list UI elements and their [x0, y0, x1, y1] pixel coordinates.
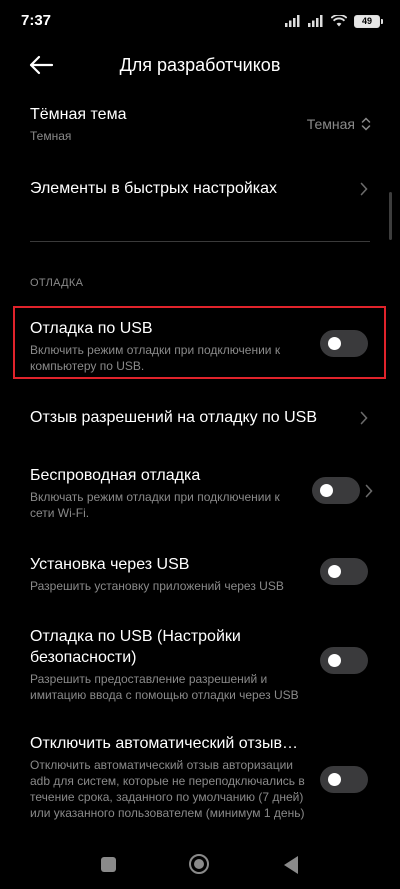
chevron-right-icon — [360, 411, 368, 425]
row-subtitle: Отключить автоматический отзыв авторизац… — [30, 758, 305, 820]
usb-debugging-toggle[interactable] — [320, 330, 368, 357]
chevron-updown-icon — [361, 117, 371, 131]
disable-adb-timeout-row[interactable]: Отключить автоматический отзыв… Отключит… — [30, 733, 375, 821]
battery-icon: 49 — [354, 14, 383, 28]
dark-theme-row[interactable]: Тёмная тема Темная Темная — [30, 104, 375, 144]
scrollbar[interactable] — [389, 192, 392, 240]
toggle-knob — [328, 337, 341, 350]
revoke-usb-authorizations-row[interactable]: Отзыв разрешений на отладку по USB — [30, 407, 375, 428]
signal-icon — [285, 15, 300, 27]
toggle-knob — [328, 565, 341, 578]
wireless-debugging-toggle[interactable] — [312, 477, 360, 504]
row-subtitle: Разрешить установку приложений через USB — [30, 579, 284, 593]
row-title: Отключить автоматический отзыв… — [30, 735, 298, 752]
row-subtitle: Включить режим отладки при подключении к… — [30, 343, 281, 373]
back-triangle-icon[interactable] — [284, 856, 298, 874]
toggle-knob — [320, 484, 333, 497]
wireless-debugging-row[interactable]: Беспроводная отладка Включать режим отла… — [30, 465, 375, 521]
install-via-usb-row[interactable]: Установка через USB Разрешить установку … — [30, 554, 375, 594]
row-title: Отладка по USB (Настройки безопасности) — [30, 628, 241, 666]
usb-debugging-security-toggle[interactable] — [320, 647, 368, 674]
install-via-usb-toggle[interactable] — [320, 558, 368, 585]
wifi-icon — [331, 15, 347, 27]
row-subtitle: Разрешить предоставление разрешений и им… — [30, 672, 299, 702]
status-icons: 49 — [285, 12, 383, 30]
signal-icon-2 — [308, 15, 323, 27]
divider — [30, 241, 370, 242]
dark-theme-value-label: Темная — [306, 116, 355, 132]
chevron-right-icon — [365, 484, 373, 498]
status-bar: 7:37 49 — [0, 0, 400, 40]
navigation-bar — [0, 840, 400, 889]
home-icon[interactable] — [189, 854, 209, 874]
app-bar: Для разработчиков — [0, 40, 400, 92]
quick-settings-row[interactable]: Элементы в быстрых настройках — [30, 178, 375, 199]
battery-level: 49 — [361, 16, 372, 26]
dark-theme-value[interactable]: Темная — [307, 116, 371, 132]
row-subtitle: Включать режим отладки при подключении к… — [30, 490, 280, 520]
toggle-knob — [328, 773, 341, 786]
recents-icon[interactable] — [101, 857, 116, 872]
status-time: 7:37 — [21, 12, 52, 29]
chevron-right-icon — [360, 182, 368, 196]
usb-debugging-row[interactable]: Отладка по USB Включить режим отладки пр… — [30, 318, 375, 374]
row-title: Элементы в быстрых настройках — [30, 180, 278, 197]
toggle-knob — [328, 654, 341, 667]
section-header-debug: ОТЛАДКА — [30, 277, 84, 289]
usb-debugging-security-row[interactable]: Отладка по USB (Настройки безопасности) … — [30, 626, 375, 703]
row-title: Отзыв разрешений на отладку по USB — [30, 409, 317, 426]
disable-adb-timeout-toggle[interactable] — [320, 766, 368, 793]
page-title: Для разработчиков — [119, 55, 281, 75]
